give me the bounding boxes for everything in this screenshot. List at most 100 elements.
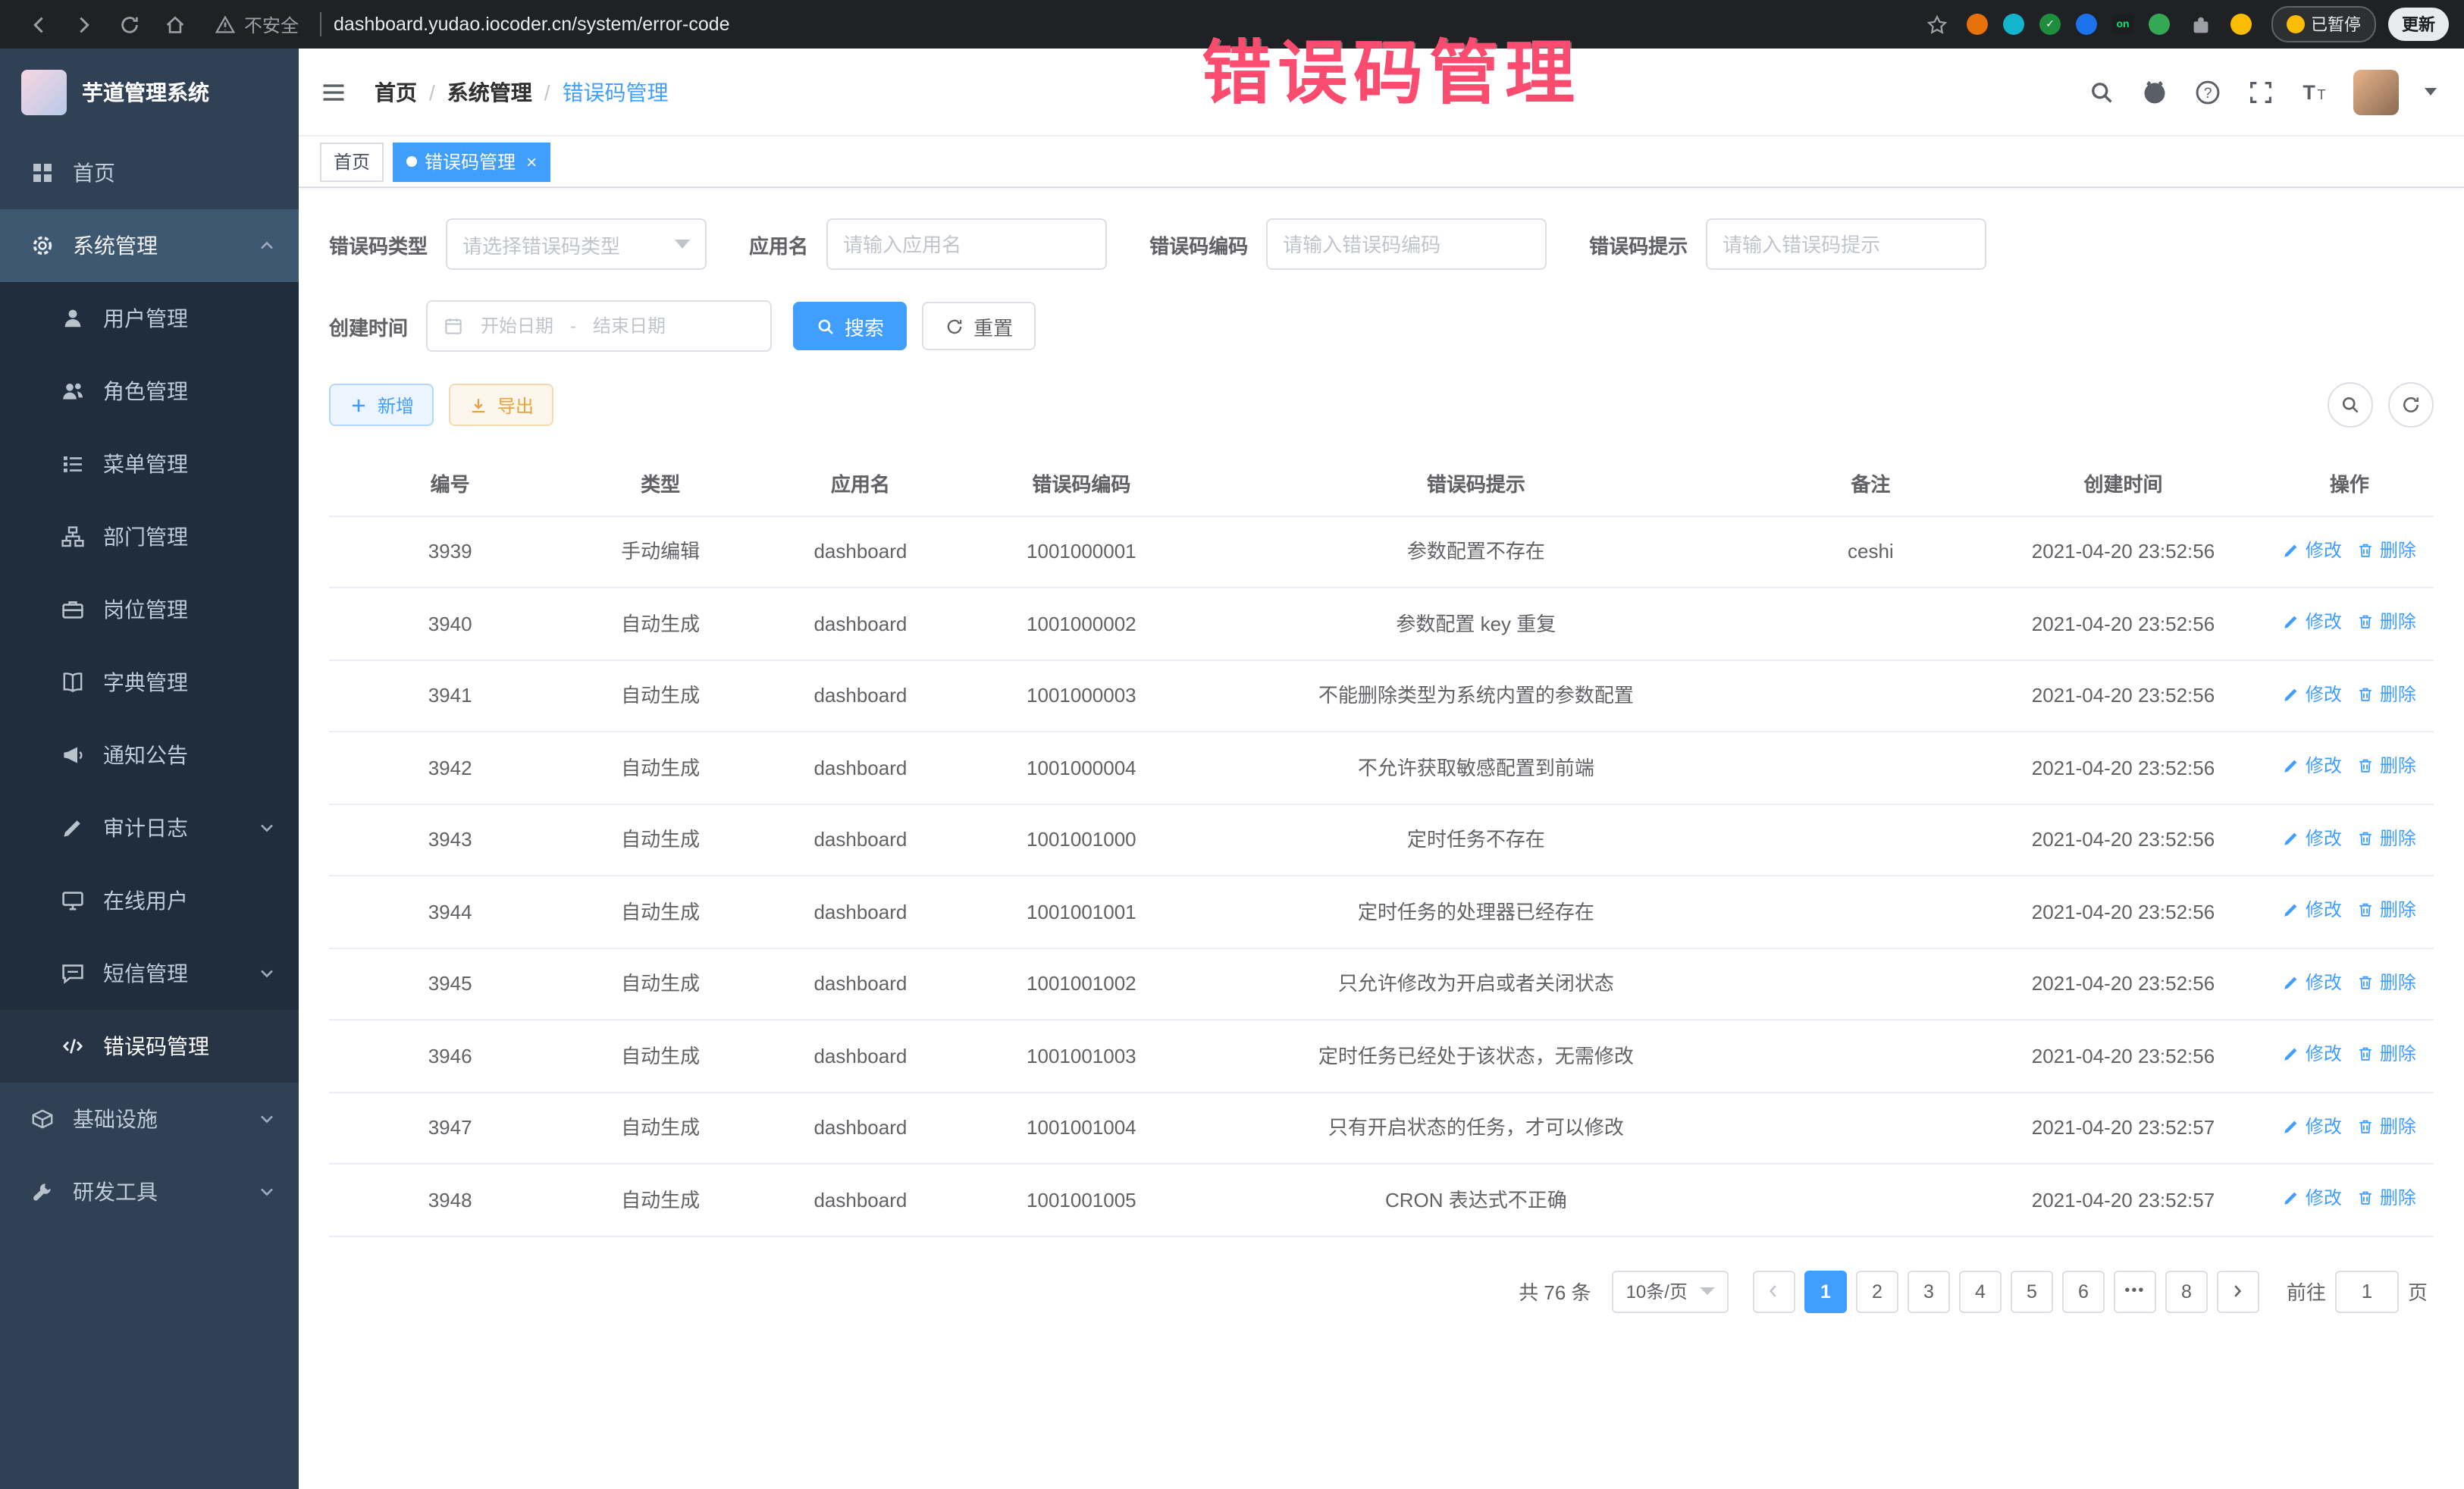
goto-page-input[interactable] bbox=[2335, 1270, 2399, 1312]
date-range-picker[interactable]: - bbox=[426, 300, 772, 352]
extension-icon-leaf[interactable] bbox=[2149, 14, 2170, 35]
page-button-6[interactable]: 6 bbox=[2062, 1270, 2105, 1312]
refresh-button[interactable] bbox=[2388, 382, 2434, 428]
cell-app: dashboard bbox=[750, 804, 970, 876]
reload-icon[interactable] bbox=[117, 12, 141, 36]
export-button[interactable]: 导出 bbox=[449, 384, 553, 426]
extension-icon-blue[interactable] bbox=[2076, 14, 2097, 35]
sidebar-logo[interactable]: 芋道管理系统 bbox=[0, 49, 299, 136]
breadcrumb-system[interactable]: 系统管理 bbox=[447, 77, 532, 107]
tab-error-code[interactable]: 错误码管理× bbox=[393, 142, 550, 181]
edit-link[interactable]: 修改 bbox=[2283, 680, 2342, 707]
font-size-icon[interactable]: TT bbox=[2300, 78, 2328, 105]
sidebar-item-errcode[interactable]: 错误码管理 bbox=[0, 1010, 299, 1083]
edit-link[interactable]: 修改 bbox=[2283, 968, 2342, 995]
delete-link[interactable]: 删除 bbox=[2357, 1112, 2416, 1139]
column-header: 类型 bbox=[571, 452, 750, 516]
delete-link[interactable]: 删除 bbox=[2357, 752, 2416, 779]
breadcrumb-home[interactable]: 首页 bbox=[375, 77, 417, 107]
cell-actions: 修改删除 bbox=[2265, 1020, 2434, 1092]
search-icon[interactable] bbox=[2088, 78, 2115, 105]
error-type-select[interactable]: 请选择错误码类型 bbox=[446, 218, 707, 270]
update-button[interactable]: 更新 bbox=[2388, 8, 2449, 41]
delete-link[interactable]: 删除 bbox=[2357, 1040, 2416, 1067]
start-date-input[interactable] bbox=[470, 315, 564, 337]
sidebar-item-tools[interactable]: 研发工具 bbox=[0, 1155, 299, 1228]
page-button-8[interactable]: 8 bbox=[2165, 1270, 2208, 1312]
prev-page-button[interactable] bbox=[1753, 1270, 1795, 1312]
edit-link[interactable]: 修改 bbox=[2283, 1112, 2342, 1139]
add-button[interactable]: 新增 bbox=[329, 384, 434, 426]
book-icon bbox=[61, 670, 85, 694]
hamburger-icon[interactable] bbox=[320, 78, 347, 105]
sidebar-item-menu[interactable]: 菜单管理 bbox=[0, 428, 299, 500]
back-icon[interactable] bbox=[26, 12, 50, 36]
sidebar-item-user[interactable]: 用户管理 bbox=[0, 282, 299, 355]
cell-time: 2021-04-20 23:52:57 bbox=[1981, 1092, 2265, 1164]
paused-badge[interactable]: 已暂停 bbox=[2271, 6, 2376, 42]
delete-link[interactable]: 删除 bbox=[2357, 1184, 2416, 1212]
edit-link[interactable]: 修改 bbox=[2283, 896, 2342, 923]
security-indicator[interactable]: 不安全 bbox=[212, 11, 299, 37]
fullscreen-icon[interactable] bbox=[2247, 78, 2274, 105]
error-code-input[interactable] bbox=[1283, 233, 1530, 255]
page-button-5[interactable]: 5 bbox=[2011, 1270, 2053, 1312]
edit-link[interactable]: 修改 bbox=[2283, 1184, 2342, 1212]
next-page-button[interactable] bbox=[2217, 1270, 2259, 1312]
page-button-1[interactable]: 1 bbox=[1804, 1270, 1847, 1312]
app-name-input[interactable] bbox=[843, 233, 1090, 255]
page-button-2[interactable]: 2 bbox=[1856, 1270, 1898, 1312]
sidebar-item-sms[interactable]: 短信管理 bbox=[0, 937, 299, 1010]
sidebar-item-online[interactable]: 在线用户 bbox=[0, 864, 299, 937]
sidebar-item-infra[interactable]: 基础设施 bbox=[0, 1083, 299, 1155]
avatar-caret-icon[interactable] bbox=[2425, 88, 2437, 96]
edit-link[interactable]: 修改 bbox=[2283, 536, 2342, 563]
delete-link[interactable]: 删除 bbox=[2357, 608, 2416, 635]
reset-button[interactable]: 重置 bbox=[922, 302, 1036, 350]
delete-link[interactable]: 删除 bbox=[2357, 896, 2416, 923]
tab-home[interactable]: 首页 bbox=[320, 142, 384, 181]
edit-link[interactable]: 修改 bbox=[2283, 752, 2342, 779]
bookmark-star-icon[interactable] bbox=[1924, 12, 1948, 36]
edit-link[interactable]: 修改 bbox=[2283, 608, 2342, 635]
sidebar-item-dict[interactable]: 字典管理 bbox=[0, 646, 299, 719]
sidebar-item-role[interactable]: 角色管理 bbox=[0, 355, 299, 428]
cell-id: 3944 bbox=[329, 876, 571, 948]
extension-icon-on[interactable]: on bbox=[2112, 14, 2133, 35]
address-url[interactable]: dashboard.yudao.iocoder.cn/system/error-… bbox=[334, 14, 730, 35]
sidebar-item-audit[interactable]: 审计日志 bbox=[0, 792, 299, 864]
puzzle-extensions-icon[interactable] bbox=[2188, 12, 2212, 36]
delete-link[interactable]: 删除 bbox=[2357, 536, 2416, 563]
delete-link[interactable]: 删除 bbox=[2357, 968, 2416, 995]
column-header: 操作 bbox=[2265, 452, 2434, 516]
page-size-select[interactable]: 10条/页 bbox=[1613, 1270, 1729, 1312]
end-date-input[interactable] bbox=[582, 315, 676, 337]
user-avatar[interactable] bbox=[2353, 69, 2399, 114]
page-ellipsis[interactable]: ••• bbox=[2114, 1270, 2156, 1312]
page-button-3[interactable]: 3 bbox=[1908, 1270, 1950, 1312]
close-icon[interactable]: × bbox=[526, 152, 537, 171]
sidebar-item-system[interactable]: 系统管理 bbox=[0, 209, 299, 282]
sidebar-item-home[interactable]: 首页 bbox=[0, 136, 299, 209]
home-icon[interactable] bbox=[162, 12, 187, 36]
briefcase-icon bbox=[61, 597, 85, 622]
sidebar-item-notice[interactable]: 通知公告 bbox=[0, 719, 299, 792]
edit-link[interactable]: 修改 bbox=[2283, 1040, 2342, 1067]
delete-link[interactable]: 删除 bbox=[2357, 680, 2416, 707]
error-hint-input[interactable] bbox=[1723, 233, 1970, 255]
help-icon[interactable]: ? bbox=[2194, 78, 2221, 105]
tab-label: 首页 bbox=[334, 149, 370, 174]
extension-icon-teal[interactable] bbox=[2003, 14, 2024, 35]
github-icon[interactable] bbox=[2141, 78, 2168, 105]
edit-link[interactable]: 修改 bbox=[2283, 824, 2342, 851]
forward-icon[interactable] bbox=[71, 12, 96, 36]
extension-icon-green-check[interactable]: ✓ bbox=[2039, 14, 2061, 35]
search-button[interactable]: 搜索 bbox=[793, 302, 907, 350]
sidebar-item-post[interactable]: 岗位管理 bbox=[0, 573, 299, 646]
page-button-4[interactable]: 4 bbox=[1959, 1270, 2002, 1312]
sidebar-item-dept[interactable]: 部门管理 bbox=[0, 500, 299, 573]
delete-link[interactable]: 删除 bbox=[2357, 824, 2416, 851]
profile-avatar[interactable] bbox=[2230, 14, 2252, 35]
toggle-search-button[interactable] bbox=[2328, 382, 2373, 428]
extension-icon-orange[interactable] bbox=[1967, 14, 1988, 35]
